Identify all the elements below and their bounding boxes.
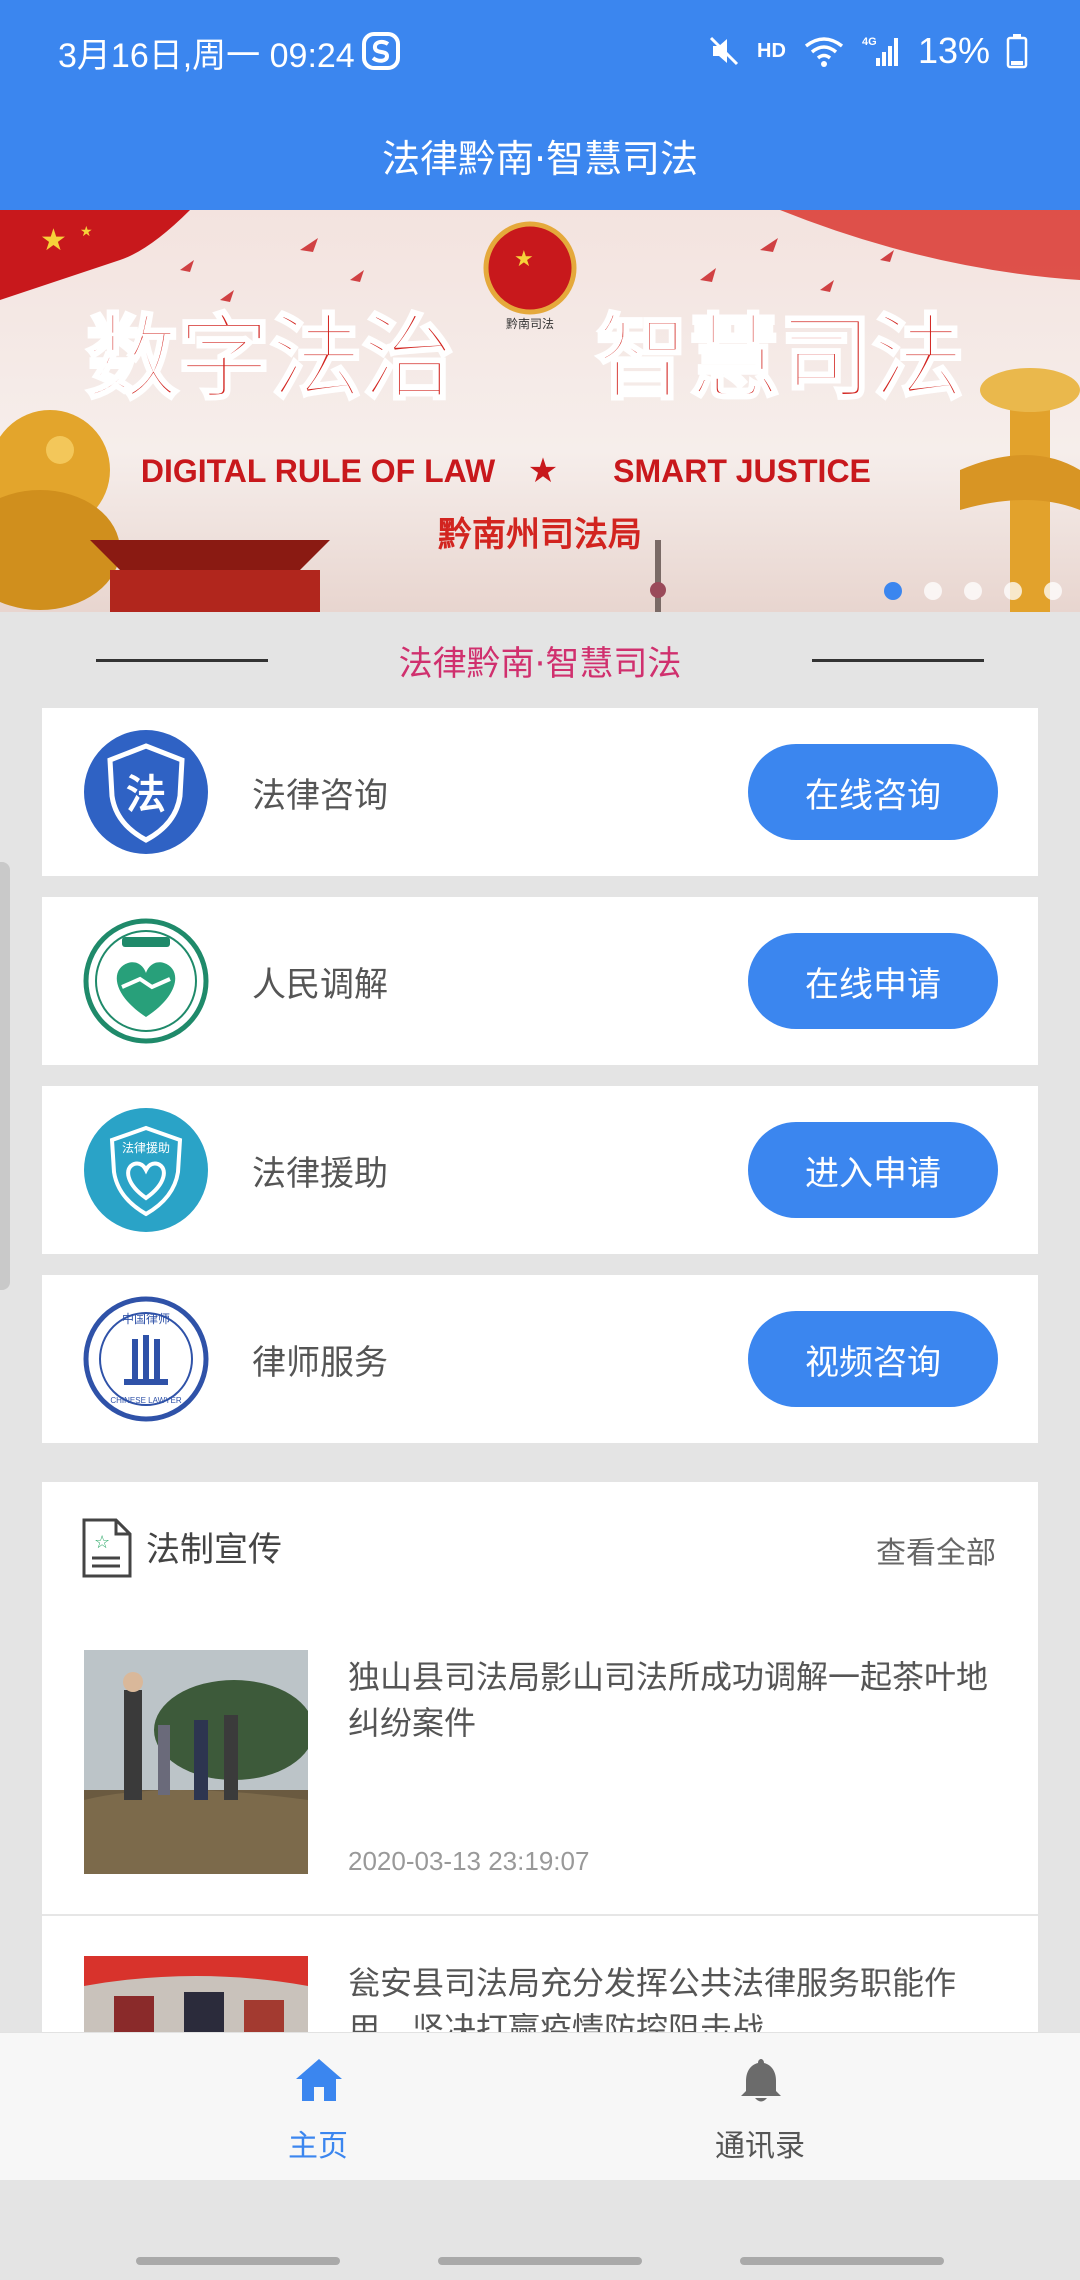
carousel-dot[interactable] — [1004, 582, 1022, 600]
status-bar: 3月16日,周一 09:24 HD 4G 13% — [0, 0, 1080, 100]
app-bar: 法律黔南·智慧司法 — [0, 100, 1080, 210]
status-icons: HD 4G 13% — [707, 26, 1028, 76]
legal-aid-icon: 法律援助 — [84, 1108, 208, 1232]
video-consult-button[interactable]: 视频咨询 — [748, 1311, 998, 1407]
carousel-dot-active[interactable] — [884, 582, 902, 600]
section-header: 法律黔南·智慧司法 — [0, 612, 1080, 708]
system-nav-bar — [0, 2180, 1080, 2280]
tab-home[interactable]: 主页 — [218, 2033, 418, 2181]
svg-text:★: ★ — [40, 223, 67, 258]
battery-icon — [1006, 34, 1028, 69]
news-thumbnail — [84, 1650, 308, 1874]
svg-text:中国律师: 中国律师 — [122, 1311, 170, 1326]
service-card-legal-aid: 法律援助 法律援助 进入申请 — [42, 1086, 1038, 1254]
svg-text:CHINESE LAWYER: CHINESE LAWYER — [110, 1396, 181, 1405]
news-headline: 独山县司法局影山司法所成功调解一起茶叶地纠纷案件 — [348, 1658, 989, 1742]
svg-text:★: ★ — [514, 247, 534, 272]
svg-text:★: ★ — [528, 451, 558, 491]
divider-line — [812, 659, 984, 662]
bell-icon — [741, 2059, 781, 2102]
battery-percent: 13% — [917, 30, 990, 71]
service-label: 法律援助 — [252, 1154, 388, 1194]
online-apply-button[interactable]: 在线申请 — [748, 933, 998, 1029]
carousel-dot[interactable] — [1044, 582, 1062, 600]
news-section-title: 法制宣传 — [146, 1530, 282, 1570]
svg-text:★: ★ — [80, 224, 93, 240]
banner-carousel[interactable]: ★ ★ ★ 黔南司法 数字法治 智慧司法 DIGITAL RULE OF LAW… — [0, 210, 1080, 612]
carousel-indicator — [884, 582, 1062, 600]
svg-text:黔南司法: 黔南司法 — [506, 316, 554, 331]
enter-apply-button[interactable]: 进入申请 — [748, 1122, 998, 1218]
service-label: 法律咨询 — [252, 776, 388, 816]
sogou-icon — [362, 32, 400, 70]
banner-org: 黔南州司法局 — [438, 515, 642, 555]
chinese-lawyer-icon: 中国律师 CHINESE LAWYER — [83, 1296, 209, 1422]
mute-icon — [709, 36, 739, 66]
carousel-dot[interactable] — [964, 582, 982, 600]
hd-badge: HD — [757, 39, 786, 62]
banner-headline-left: 数字法治 — [86, 304, 454, 412]
tab-home-label: 主页 — [288, 2129, 348, 2164]
news-divider — [42, 1914, 1038, 1916]
svg-text:法: 法 — [126, 772, 166, 818]
online-consult-button[interactable]: 在线咨询 — [748, 744, 998, 840]
divider-line — [96, 659, 268, 662]
news-thumbnail — [84, 1956, 308, 2042]
section-title: 法律黔南·智慧司法 — [398, 643, 682, 684]
wifi-icon — [804, 37, 844, 67]
home-icon — [296, 2059, 342, 2101]
banner-headline-right: 智慧司法 — [596, 304, 964, 412]
banner-subtitle-left: DIGITAL RULE OF LAW — [141, 453, 496, 489]
tab-contacts-label: 通讯录 — [715, 2129, 805, 2164]
nav-recent-pill[interactable] — [136, 2257, 340, 2265]
service-card-legal-consultation: 法 法律咨询 在线咨询 — [42, 708, 1038, 876]
document-star-icon: ☆ — [82, 1518, 132, 1578]
legal-publicity-section: ☆ 法制宣传 查看全部 独山县司法局影山司法所成功调解一起茶叶地纠纷案件 202… — [42, 1482, 1038, 2042]
nav-back-pill[interactable] — [740, 2257, 944, 2265]
svg-text:4G: 4G — [862, 36, 877, 48]
news-item[interactable]: 独山县司法局影山司法所成功调解一起茶叶地纠纷案件 2020-03-13 23:1… — [42, 1650, 1038, 1876]
nav-home-pill[interactable] — [438, 2257, 642, 2265]
svg-text:☆: ☆ — [94, 1532, 110, 1553]
banner-image: ★ ★ ★ 黔南司法 数字法治 智慧司法 DIGITAL RULE OF LAW… — [0, 210, 1080, 612]
news-item[interactable]: 瓮安县司法局充分发挥公共法律服务职能作用，坚决打赢疫情防控阻击战 — [42, 1956, 1038, 2042]
view-all-link[interactable]: 查看全部 — [876, 1528, 996, 1572]
service-card-lawyer-service: 中国律师 CHINESE LAWYER 律师服务 视频咨询 — [42, 1275, 1038, 1443]
service-label: 人民调解 — [252, 965, 388, 1005]
carousel-dot[interactable] — [924, 582, 942, 600]
law-shield-icon: 法 — [84, 730, 208, 854]
banner-subtitle-right: SMART JUSTICE — [613, 453, 871, 489]
status-time: 3月16日,周一 09:24 — [58, 37, 355, 75]
news-headline: 瓮安县司法局充分发挥公共法律服务职能作用，坚决打赢疫情防控阻击战 — [348, 1964, 957, 2042]
edge-panel-handle[interactable] — [0, 862, 10, 1290]
service-label: 律师服务 — [252, 1343, 388, 1383]
signal-4g-icon: 4G — [862, 36, 898, 66]
bottom-tab-bar: 主页 通讯录 — [0, 2032, 1080, 2180]
news-date: 2020-03-13 23:19:07 — [348, 1846, 590, 1876]
app-title: 法律黔南·智慧司法 — [381, 136, 699, 181]
mediation-handshake-icon — [83, 918, 209, 1044]
svg-text:法律援助: 法律援助 — [122, 1141, 170, 1155]
service-card-mediation: 人民调解 在线申请 — [42, 897, 1038, 1065]
tab-contacts[interactable]: 通讯录 — [660, 2033, 860, 2181]
